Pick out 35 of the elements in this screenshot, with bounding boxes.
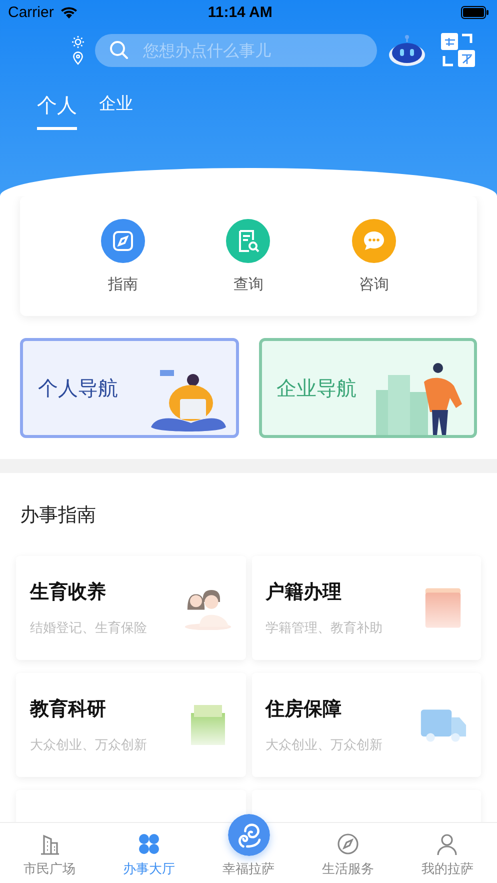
service-title: 住房保障 (266, 697, 342, 722)
service-subtitle: 大众创业、万众创新 (266, 737, 382, 754)
translate-icon[interactable] (440, 32, 476, 68)
weather-location-icon[interactable] (70, 35, 86, 65)
service-subtitle: 结婚登记、生育保险 (30, 620, 147, 637)
quick-action-label[interactable]: 指南 (108, 274, 138, 294)
chat-icon[interactable] (352, 218, 396, 262)
compass-icon (336, 832, 360, 856)
nav-tab[interactable]: 市民广场 (0, 823, 100, 883)
service-title: 生育收养 (30, 580, 107, 605)
service-title: 户籍办理 (266, 580, 342, 605)
battery-icon (461, 6, 489, 18)
wifi-icon (60, 6, 78, 18)
search-icon (109, 40, 129, 60)
grid-icon (137, 832, 162, 856)
service-subtitle: 学籍管理、教育补助 (266, 620, 382, 637)
compass-icon[interactable] (100, 218, 145, 262)
robot-icon[interactable] (387, 33, 427, 67)
service-card[interactable]: 教育科研 大众创业、万众创新 (16, 673, 246, 777)
status-time: 11:14 AM (208, 4, 272, 20)
nav-tab[interactable]: 我的拉萨 (398, 823, 497, 883)
section-title: 办事指南 (19, 503, 97, 528)
document-icon[interactable] (226, 218, 270, 262)
service-subtitle: 大众创业、万众创新 (30, 737, 147, 754)
quick-action-label[interactable]: 咨询 (359, 274, 390, 294)
nav-tab[interactable]: 生活服务 (298, 823, 398, 883)
quick-action-label[interactable]: 查询 (233, 274, 264, 294)
service-card[interactable]: 住房保障 大众创业、万众创新 (252, 673, 481, 777)
navigation-banner[interactable]: 个人导航 (20, 338, 238, 438)
nav-tab[interactable]: 幸福拉萨 (198, 803, 298, 883)
person-icon (435, 832, 460, 856)
service-card[interactable]: 户籍办理 学籍管理、教育补助 (252, 556, 481, 660)
carrier-text: Carrier (8, 4, 54, 20)
service-card[interactable]: 生育收养 结婚登记、生育保险 (16, 556, 246, 660)
service-title: 教育科研 (30, 697, 107, 722)
